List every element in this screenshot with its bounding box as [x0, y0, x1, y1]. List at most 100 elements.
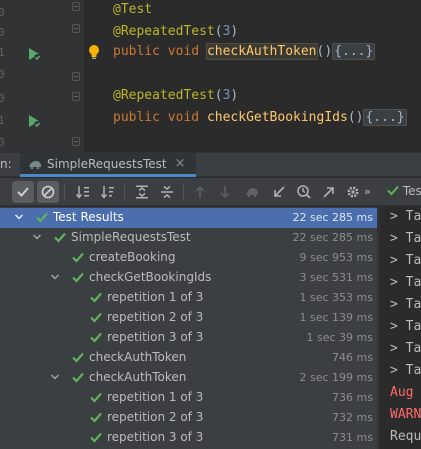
test-name: repetition 1 of 3 — [107, 390, 204, 404]
expand-arrow-icon[interactable] — [32, 232, 42, 242]
test-duration: 731 ms — [332, 431, 373, 444]
console-line: Requ — [390, 429, 421, 444]
passed-check-icon — [72, 272, 84, 283]
tab-label: SimpleRequestsTest — [47, 156, 167, 171]
passed-check-icon — [90, 432, 102, 443]
test-results-tree[interactable]: Test Results 22 sec 285 ms SimpleRequestsT… — [0, 207, 377, 449]
test-tree-row[interactable]: createBooking 9 sec 953 ms — [0, 248, 377, 268]
export-tests-button[interactable] — [318, 181, 340, 203]
test-tree-row[interactable]: repetition 1 of 3 736 ms — [0, 388, 377, 408]
annotation-token: @RepeatedTest — [113, 88, 215, 103]
sort-alphabetically-button[interactable] — [72, 181, 94, 203]
status-label: Test — [402, 184, 421, 198]
code-line: @RepeatedTest(3) — [113, 24, 238, 44]
test-tree-row[interactable]: SimpleRequestsTest 22 sec 285 ms — [0, 228, 377, 248]
test-duration: 732 ms — [332, 411, 373, 424]
show-passed-button[interactable] — [12, 181, 34, 203]
console-line: > Ta — [390, 253, 421, 268]
arrow-up-icon — [195, 185, 205, 198]
passed-check-icon — [54, 232, 66, 243]
fold-marker-icon[interactable] — [72, 24, 80, 33]
show-ignored-button[interactable] — [37, 181, 59, 203]
annotation-token: @Test — [113, 2, 153, 17]
passed-check-icon — [90, 312, 102, 323]
test-tree-row[interactable]: repetition 2 of 3 1 sec 139 ms — [0, 308, 377, 328]
gear-icon — [347, 186, 359, 198]
next-failed-button[interactable] — [214, 181, 236, 203]
ignored-icon — [41, 185, 55, 199]
console-line: Aug — [390, 385, 414, 400]
paren-token: ( — [214, 24, 223, 39]
close-icon[interactable]: × — [175, 156, 186, 171]
paren-token: () — [316, 44, 333, 59]
import-arrow-icon — [274, 186, 285, 197]
passed-check-icon — [90, 412, 102, 423]
fold-marker-icon[interactable] — [72, 2, 80, 11]
editor-gutter: 0 0 1 0 0 1 0 — [0, 0, 84, 152]
console-output[interactable]: > Ta > Ta > Ta > Ta > Ta > Ta > Ta > Ta Aug WARN R… — [380, 207, 421, 449]
code-line: @Test — [113, 2, 152, 22]
check-icon — [17, 187, 29, 197]
settings-button[interactable] — [342, 181, 364, 203]
rerun-failed-button[interactable] — [241, 181, 263, 203]
lightbulb-icon[interactable] — [87, 44, 101, 60]
run-test-gutter-icon[interactable] — [26, 46, 42, 62]
collapse-all-icon — [161, 185, 173, 199]
fold-marker-icon[interactable] — [72, 92, 80, 101]
test-tree-row[interactable]: repetition 3 of 3 731 ms — [0, 428, 377, 448]
paren-token: ) — [230, 24, 239, 39]
passed-check-icon — [72, 252, 84, 263]
sort-alpha-icon — [75, 186, 89, 199]
test-name: createBooking — [89, 250, 176, 264]
collapse-all-button[interactable] — [156, 181, 178, 203]
keyword-token: void — [167, 44, 200, 59]
expand-all-icon — [136, 185, 148, 199]
import-tests-button[interactable] — [268, 181, 290, 203]
expand-all-button[interactable] — [131, 181, 153, 203]
test-duration: 22 sec 285 ms — [292, 211, 373, 224]
method-name-token[interactable]: checkAuthToken — [205, 43, 318, 60]
line-number: 0 — [0, 136, 5, 149]
folded-code-block[interactable]: {...} — [363, 109, 407, 126]
code-line: @RepeatedTest(3) — [113, 88, 238, 108]
line-number: 0 — [0, 68, 5, 81]
test-name: SimpleRequestsTest — [71, 230, 191, 244]
expand-arrow-icon[interactable] — [50, 272, 60, 282]
line-number: 1 — [0, 114, 5, 127]
sort-by-duration-button[interactable] — [97, 181, 119, 203]
fold-marker-icon[interactable] — [72, 72, 80, 81]
test-duration: 2 sec 199 ms — [299, 371, 373, 384]
test-history-button[interactable] — [293, 181, 315, 203]
test-tree-row[interactable]: Test Results 22 sec 285 ms — [0, 208, 377, 228]
test-tree-row[interactable]: repetition 2 of 3 732 ms — [0, 408, 377, 428]
test-name: repetition 3 of 3 — [107, 430, 204, 444]
keyword-token: public — [113, 44, 160, 59]
line-number: 0 — [0, 6, 5, 19]
test-tree-row[interactable]: checkAuthToken 746 ms — [0, 348, 377, 368]
test-name: checkAuthToken — [89, 370, 187, 384]
tab-simple-requests-test[interactable]: SimpleRequestsTest × — [20, 153, 196, 177]
line-number: 1 — [0, 46, 5, 59]
sort-duration-icon — [100, 186, 114, 199]
test-tree-row[interactable]: repetition 3 of 3 1 sec 39 ms — [0, 328, 377, 348]
previous-failed-button[interactable] — [189, 181, 211, 203]
fold-marker-icon[interactable] — [72, 137, 80, 146]
line-number: 0 — [0, 92, 5, 105]
keyword-token: void — [167, 110, 200, 125]
run-test-gutter-icon[interactable] — [26, 113, 42, 129]
toolbar-overflow-button[interactable]: » — [364, 185, 371, 198]
expand-arrow-icon[interactable] — [14, 212, 24, 222]
test-tree-row[interactable]: repetition 1 of 3 1 sec 353 ms — [0, 288, 377, 308]
test-duration: 1 sec 139 ms — [299, 311, 373, 324]
method-name-token[interactable]: checkGetBookingIds — [207, 110, 348, 125]
test-tree-row[interactable]: checkGetBookingIds 3 sec 531 ms — [0, 268, 377, 288]
test-tree-row[interactable]: checkAuthToken 2 sec 199 ms — [0, 368, 377, 388]
expand-arrow-icon[interactable] — [50, 372, 60, 382]
folded-code-block[interactable]: {...} — [332, 43, 376, 60]
code-editor[interactable]: 0 0 1 0 0 1 0 @Test @RepeatedTest(3) pub… — [0, 0, 421, 152]
test-name: repetition 3 of 3 — [107, 330, 204, 344]
test-name: repetition 1 of 3 — [107, 290, 204, 304]
test-name: checkAuthToken — [89, 350, 187, 364]
console-line: WARN — [390, 407, 421, 422]
passed-check-icon — [90, 392, 102, 403]
